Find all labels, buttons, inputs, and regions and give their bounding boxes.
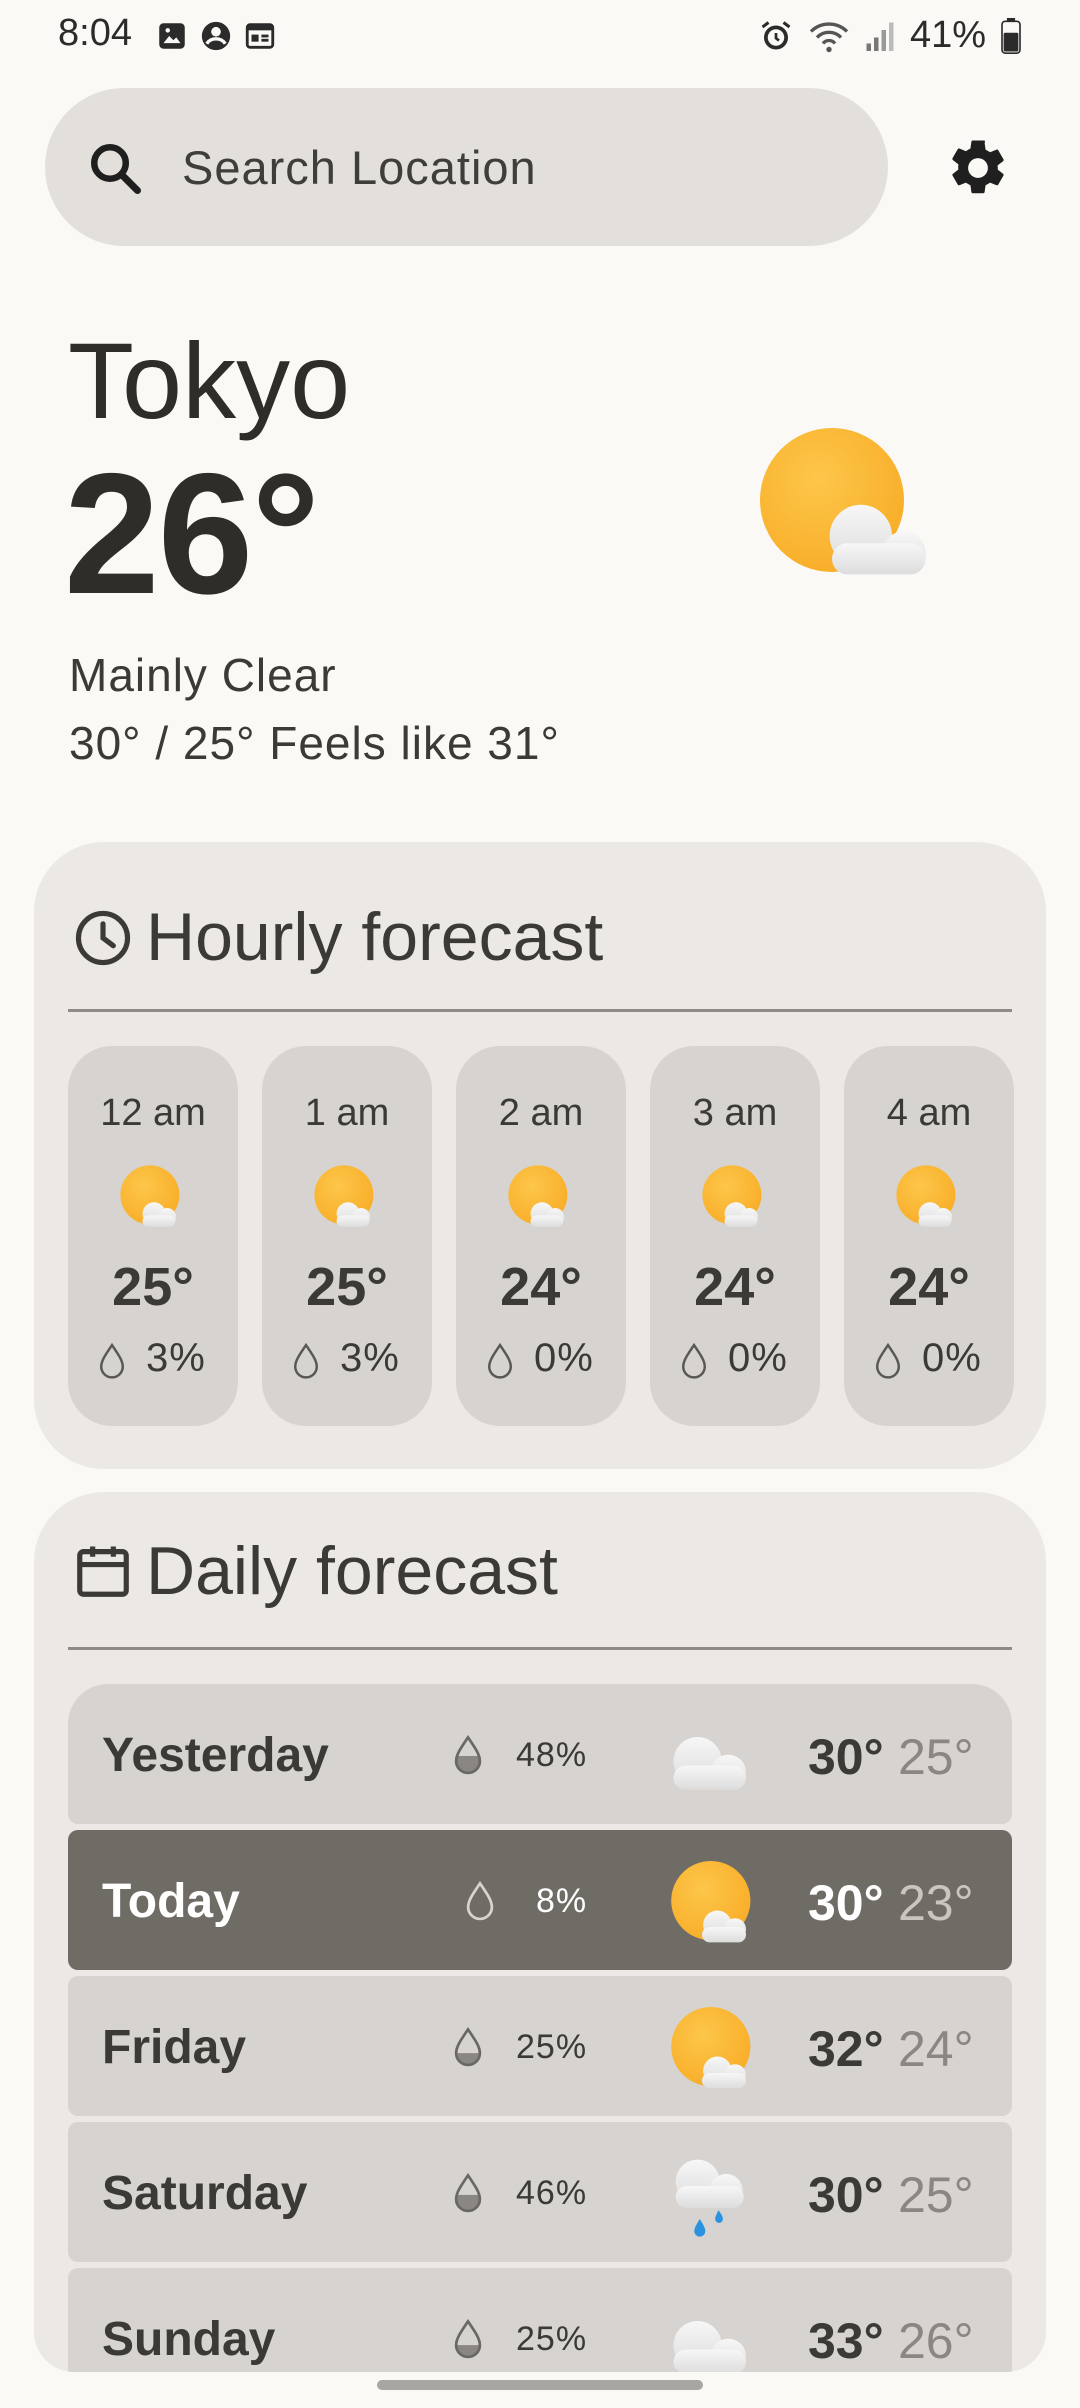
day-low: 26° (898, 2313, 974, 2369)
calendar-icon (77, 1546, 129, 1597)
sun-behind-cloud-icon (314, 1165, 374, 1227)
day-name: Saturday (102, 2167, 308, 2220)
day-name: Yesterday (102, 1729, 329, 1782)
rain-cloud-icon (675, 2159, 744, 2237)
day-precipitation: 25% (516, 2028, 588, 2066)
hourly-forecast-title: Hourly forecast (146, 899, 604, 975)
daily-forecast-card: Daily forecast Yesterday 48% 30° 25° Tod… (34, 1492, 1046, 2372)
hour-precipitation: 3% (146, 1336, 206, 1380)
hour-precipitation: 0% (922, 1336, 982, 1380)
weather-screen: 8:04 41% Search Location Tokyo 26° Mainl… (0, 0, 1080, 2408)
hour-time: 4 am (886, 1092, 972, 1134)
hourly-forecast-card: Hourly forecast 12 am 25° 3% 1 am 25° 3%… (34, 842, 1046, 1469)
account-circle-icon (201, 21, 231, 51)
clock-icon (75, 910, 131, 966)
status-right-icons: 41% (758, 14, 1022, 57)
home-indicator[interactable] (377, 2380, 703, 2390)
alarm-icon (761, 20, 791, 49)
precipitation-drop-icon (454, 2172, 482, 2213)
cloud-icon (673, 2321, 746, 2372)
precipitation-drop-icon (454, 2026, 482, 2067)
search-bar[interactable]: Search Location (45, 88, 888, 246)
precipitation-drop-icon (99, 1342, 125, 1379)
day-precipitation: 8% (536, 1882, 588, 1920)
daily-row-selected[interactable]: Today 8% 30° 23° (68, 1830, 1012, 1970)
precipitation-drop-icon (454, 2318, 482, 2359)
day-precipitation: 25% (516, 2320, 588, 2358)
day-low: 25° (898, 2167, 974, 2223)
battery-percent: 41% (909, 14, 986, 56)
hour-temperature: 25° (112, 1257, 194, 1317)
sun-behind-cloud-icon (702, 1165, 762, 1227)
hourly-item[interactable]: 12 am 25° 3% (68, 1046, 238, 1426)
day-name: Sunday (102, 2313, 276, 2366)
hour-time: 1 am (304, 1092, 390, 1134)
calendar-card-icon (245, 23, 275, 49)
day-high: 30° (808, 1875, 884, 1931)
hour-temperature: 25° (306, 1257, 388, 1317)
current-condition: Mainly Clear (69, 649, 337, 701)
day-high: 30° (808, 2167, 884, 2223)
hour-precipitation: 3% (340, 1336, 400, 1380)
city-name: Tokyo (68, 320, 351, 441)
hour-time: 2 am (498, 1092, 584, 1134)
hourly-item[interactable]: 1 am 25° 3% (262, 1046, 432, 1426)
current-temperature: 26° (64, 438, 320, 630)
cloud-icon (673, 1737, 746, 1790)
battery-icon (1001, 17, 1021, 54)
day-name: Friday (102, 2021, 247, 2074)
hour-temperature: 24° (694, 1257, 776, 1317)
day-low: 24° (898, 2021, 974, 2077)
hour-precipitation: 0% (534, 1336, 594, 1380)
sun-behind-cloud-icon (760, 428, 926, 575)
status-bar: 8:04 41% (0, 0, 1080, 72)
gear-icon[interactable] (945, 135, 1011, 201)
day-precipitation: 46% (516, 2174, 588, 2212)
day-precipitation: 48% (516, 1736, 588, 1774)
daily-row[interactable]: Sunday 25% 33° 26° (68, 2268, 1012, 2372)
day-high: 30° (808, 1729, 884, 1785)
day-name: Today (102, 1875, 240, 1928)
search-icon (90, 143, 141, 194)
status-left-icons (155, 19, 277, 53)
sun-behind-cloud-icon (671, 1861, 751, 1943)
day-high: 32° (808, 2021, 884, 2077)
daily-row[interactable]: Friday 25% 32° 24° (68, 1976, 1012, 2116)
sun-behind-cloud-icon (120, 1165, 180, 1227)
high-low-feels-like: 30° / 25° Feels like 31° (69, 717, 560, 769)
hour-precipitation: 0% (728, 1336, 788, 1380)
search-input[interactable]: Search Location (182, 140, 537, 195)
divider (68, 1009, 1012, 1012)
wifi-icon (809, 21, 849, 52)
hourly-item[interactable]: 3 am 24° 0% (650, 1046, 820, 1426)
precipitation-drop-icon (487, 1342, 513, 1379)
precipitation-drop-icon (875, 1342, 901, 1379)
daily-row[interactable]: Saturday 46% 30° 25° (68, 2122, 1012, 2262)
precipitation-drop-icon (293, 1342, 319, 1379)
daily-forecast-title: Daily forecast (146, 1533, 558, 1609)
hour-temperature: 24° (500, 1257, 582, 1317)
day-low: 25° (898, 1729, 974, 1785)
hour-temperature: 24° (888, 1257, 970, 1317)
sun-behind-cloud-icon (508, 1165, 568, 1227)
sun-behind-cloud-icon (671, 2007, 751, 2089)
sun-behind-cloud-icon (896, 1165, 956, 1227)
day-low: 23° (898, 1875, 974, 1931)
hour-time: 12 am (100, 1092, 206, 1134)
divider (68, 1647, 1012, 1650)
precipitation-drop-icon (681, 1342, 707, 1379)
hourly-item[interactable]: 2 am 24° 0% (456, 1046, 626, 1426)
daily-row[interactable]: Yesterday 48% 30° 25° (68, 1684, 1012, 1824)
hour-time: 3 am (692, 1092, 778, 1134)
signal-icon (866, 22, 894, 51)
image-icon (159, 23, 185, 49)
precipitation-drop-icon (466, 1880, 494, 1921)
status-time: 8:04 (58, 12, 132, 54)
hourly-item[interactable]: 4 am 24° 0% (844, 1046, 1014, 1426)
precipitation-drop-icon (454, 1734, 482, 1775)
day-high: 33° (808, 2313, 884, 2369)
